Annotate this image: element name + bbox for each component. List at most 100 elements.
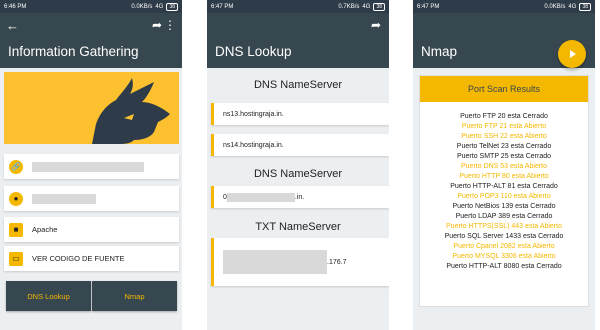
status-speed: 0.7KB/s bbox=[338, 3, 360, 10]
url-row: 🔗 bbox=[4, 154, 179, 179]
back-arrow-icon[interactable]: ← bbox=[6, 18, 19, 33]
rhino-banner bbox=[4, 72, 179, 144]
dns-lookup-screen: 6:47 PM 0.7KB/s 4G 38 ➦ DNS Lookup DNS N… bbox=[207, 0, 389, 330]
port-name: Puerto HTTPS(SSL) 443 bbox=[446, 223, 525, 230]
redacted-value bbox=[226, 192, 295, 202]
txt-section-title: TXT NameServer bbox=[255, 221, 341, 233]
ns-section-title-2: DNS NameServer bbox=[253, 168, 343, 180]
code-icon: ▭ bbox=[9, 251, 23, 266]
dns-record: 0 .in. bbox=[211, 186, 389, 208]
page-title: DNS Lookup bbox=[215, 44, 292, 59]
port-state: esta Abierto bbox=[517, 243, 555, 250]
port-name: Puerto SMTP 25 bbox=[456, 153, 511, 160]
port-name: Puerto LDAP 389 bbox=[455, 213, 512, 220]
status-network: 4G bbox=[568, 3, 577, 10]
status-speed: 0.0KB/s bbox=[131, 3, 153, 10]
port-name: Puerto POP3 110 bbox=[457, 193, 514, 200]
port-result-line: Puerto NetBios 139 esta Cerrado bbox=[420, 202, 588, 212]
port-result-line: Puerto HTTP 80 esta Abierto bbox=[420, 172, 588, 182]
ns-record: ns13.hostingraja.in. bbox=[211, 103, 389, 125]
ns-record: ns14.hostingraja.in. bbox=[211, 134, 389, 156]
port-name: Puerto HTTP 80 bbox=[459, 173, 512, 180]
port-name: Puerto FTP 21 bbox=[461, 123, 510, 130]
redacted-url bbox=[32, 161, 144, 172]
results-title: Port Scan Results bbox=[420, 76, 588, 102]
port-result-line: Puerto POP3 110 esta Abierto bbox=[420, 192, 588, 202]
port-state: esta Cerrado bbox=[522, 233, 564, 240]
port-result-line: Puerto SMTP 25 esta Cerrado bbox=[420, 152, 588, 162]
dns-lookup-button[interactable]: DNS Lookup bbox=[6, 281, 91, 311]
port-state: esta Abierto bbox=[513, 193, 551, 200]
play-icon bbox=[570, 50, 576, 58]
location-pin-icon: ● bbox=[9, 191, 23, 206]
status-time: 6:46 PM bbox=[4, 3, 27, 10]
port-list: Puerto FTP 20 esta Cerrado Puerto FTP 21 … bbox=[420, 102, 588, 272]
port-state: esta Abierto bbox=[518, 253, 556, 260]
status-time: 6:47 PM bbox=[417, 3, 440, 10]
port-name: Puerto TelNet 23 bbox=[456, 143, 511, 150]
port-name: Puerto MYSQL 3306 bbox=[452, 253, 519, 260]
port-name: Puerto SSH 22 bbox=[461, 133, 510, 140]
port-result-line: Puerto SSH 22 esta Abierto bbox=[420, 132, 588, 142]
port-name: Puerto HTTP-ALT 81 bbox=[450, 183, 518, 190]
more-vert-icon[interactable]: ⋮ bbox=[164, 18, 176, 32]
port-result-line: Puerto TelNet 23 esta Cerrado bbox=[420, 142, 588, 152]
port-result-line: Puerto SQL Server 1433 esta Cerrado bbox=[420, 232, 588, 242]
page-title: Nmap bbox=[421, 44, 458, 59]
status-time: 6:47 PM bbox=[211, 3, 234, 10]
port-name: Puerto NetBios 139 bbox=[452, 203, 516, 210]
status-network: 4G bbox=[362, 3, 371, 10]
status-bar: 6:47 PM 0.0KB/s 4G 38 bbox=[413, 0, 595, 13]
redacted-value bbox=[223, 250, 327, 274]
battery-badge: 38 bbox=[166, 2, 178, 11]
port-state: esta Cerrado bbox=[515, 203, 556, 210]
battery-badge: 38 bbox=[579, 2, 591, 11]
port-result-line: Puerto MYSQL 3306 esta Abierto bbox=[420, 252, 588, 262]
server-name: Apache bbox=[32, 225, 58, 234]
view-source-label: VER CODIGO DE FUENTE bbox=[32, 254, 125, 263]
port-state: esta Cerrado bbox=[510, 153, 552, 160]
share-icon[interactable]: ➦ bbox=[371, 18, 381, 32]
port-result-line: Puerto HTTPS(SSL) 443 esta Abierto bbox=[420, 222, 588, 232]
port-name: Puerto FTP 20 bbox=[460, 113, 508, 120]
port-name: Puerto Cpanel 2082 bbox=[453, 243, 518, 250]
port-state: esta Cerrado bbox=[511, 213, 553, 220]
txt-record: .176.7 bbox=[211, 238, 389, 286]
port-result-line: Puerto Cpanel 2082 esta Abierto bbox=[420, 242, 588, 252]
port-result-line: Puerto FTP 20 esta Cerrado bbox=[420, 112, 588, 122]
view-source-row[interactable]: ▭ VER CODIGO DE FUENTE bbox=[4, 246, 179, 271]
link-icon: 🔗 bbox=[9, 159, 23, 174]
dns-record-suffix: .in. bbox=[294, 193, 305, 201]
port-name: Puerto HTTP-ALT 8080 bbox=[446, 263, 522, 270]
status-network: 4G bbox=[155, 3, 164, 10]
port-state: esta Cerrado bbox=[521, 263, 562, 270]
port-state: esta Cerrado bbox=[510, 143, 552, 150]
port-result-line: Puerto FTP 21 esta Abierto bbox=[420, 122, 588, 132]
ip-row: ● bbox=[4, 186, 179, 211]
port-name: Puerto SQL Server 1433 bbox=[444, 233, 523, 240]
port-state: esta Abierto bbox=[509, 133, 547, 140]
status-bar: 6:46 PM 0.0KB/s 4G 38 bbox=[0, 0, 182, 13]
app-bar: ← ➦ ⋮ Information Gathering bbox=[0, 13, 182, 68]
port-state: esta Cerrado bbox=[507, 113, 548, 120]
nmap-button[interactable]: Nmap bbox=[92, 281, 177, 311]
app-bar: ➦ DNS Lookup bbox=[207, 13, 389, 68]
play-scan-button[interactable] bbox=[558, 40, 586, 68]
port-state: esta Cerrado bbox=[517, 183, 558, 190]
port-state: esta Abierto bbox=[509, 123, 547, 130]
scan-results-panel: Port Scan Results Puerto FTP 20 esta Cer… bbox=[419, 75, 589, 307]
nmap-screen: 6:47 PM 0.0KB/s 4G 38 Nmap Port Scan Res… bbox=[413, 0, 595, 330]
port-state: esta Abierto bbox=[525, 223, 562, 230]
redacted-ip bbox=[32, 193, 96, 204]
page-title: Information Gathering bbox=[8, 44, 139, 59]
share-icon[interactable]: ➦ bbox=[152, 18, 162, 32]
battery-badge: 38 bbox=[373, 2, 385, 11]
port-state: esta Abierto bbox=[511, 173, 549, 180]
server-row: ■ Apache bbox=[4, 217, 179, 242]
port-state: esta Abierto bbox=[510, 163, 547, 170]
rhino-logo-icon bbox=[92, 78, 170, 144]
status-bar: 6:47 PM 0.7KB/s 4G 38 bbox=[207, 0, 389, 13]
port-result-line: Puerto HTTP-ALT 81 esta Cerrado bbox=[420, 182, 588, 192]
port-result-line: Puerto HTTP-ALT 8080 esta Cerrado bbox=[420, 262, 588, 272]
status-speed: 0.0KB/s bbox=[544, 3, 566, 10]
